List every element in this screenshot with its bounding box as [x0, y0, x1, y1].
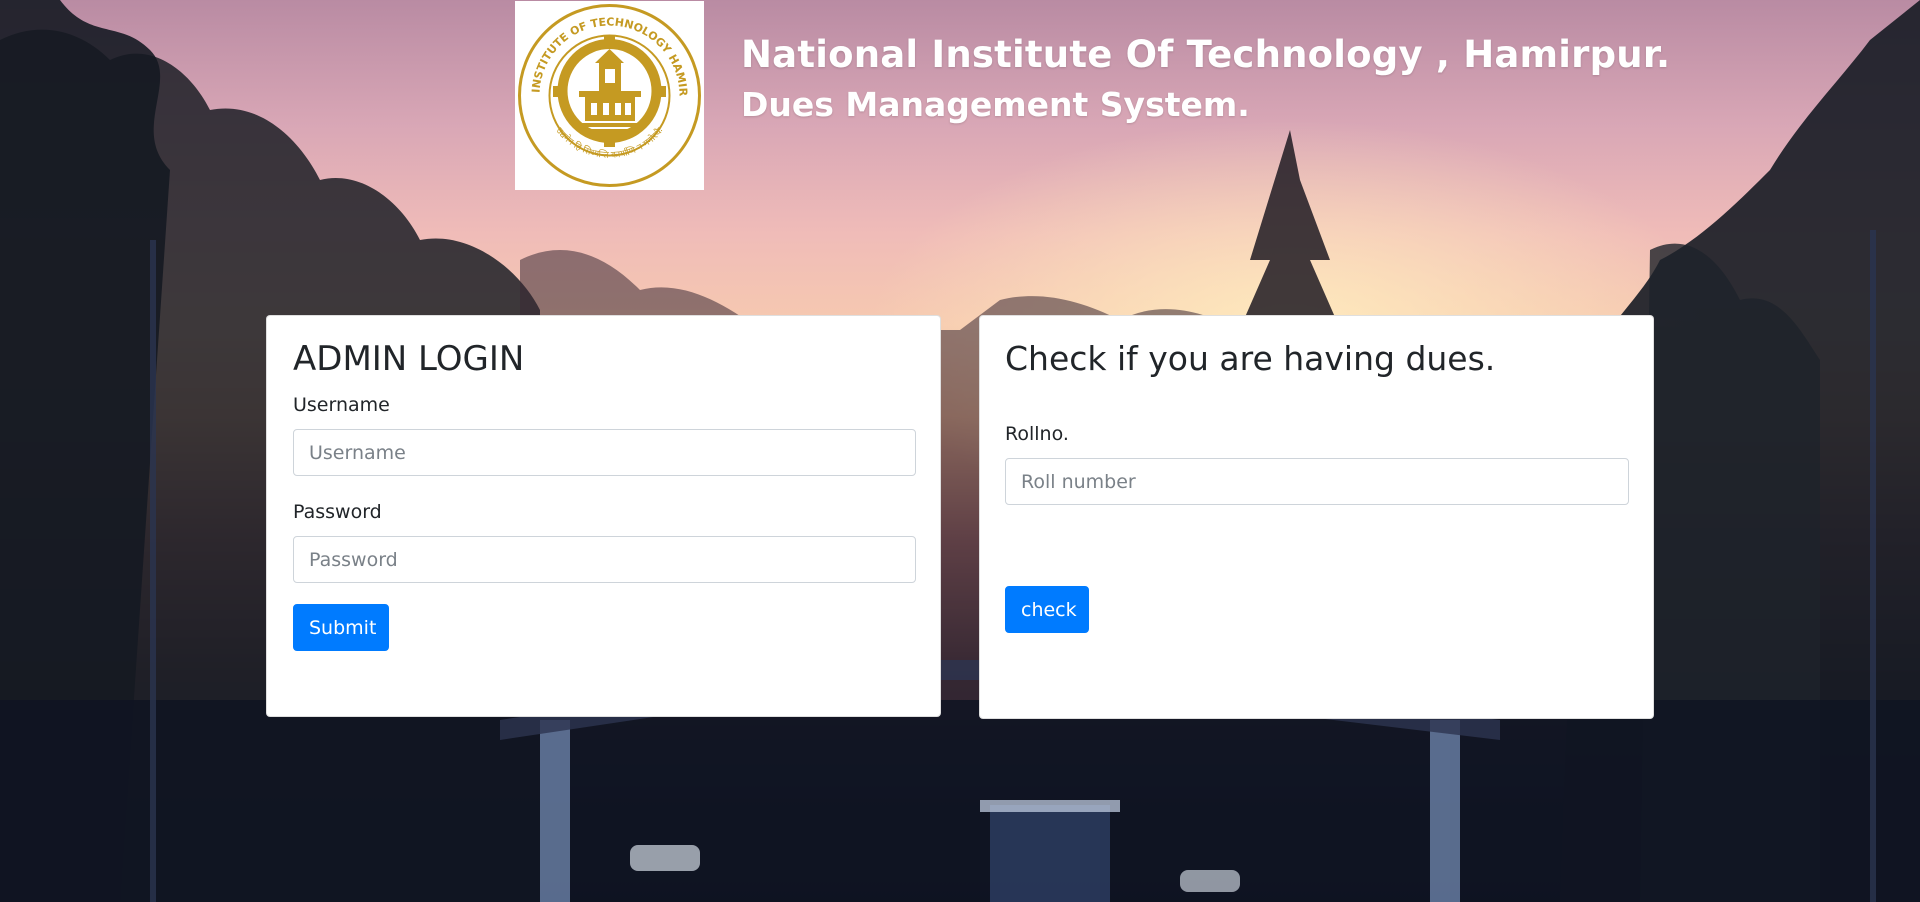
- check-button[interactable]: check: [1005, 586, 1089, 633]
- password-input[interactable]: [293, 536, 916, 583]
- admin-login-heading: ADMIN LOGIN: [293, 339, 525, 379]
- page-header: National Institute Of Technology , Hamir…: [741, 30, 1670, 128]
- system-name: Dues Management System.: [741, 85, 1250, 124]
- password-label: Password: [293, 501, 382, 523]
- username-label: Username: [293, 394, 390, 416]
- submit-button[interactable]: Submit: [293, 604, 389, 651]
- dues-check-heading: Check if you are having dues.: [1005, 339, 1496, 378]
- institute-name: National Institute Of Technology , Hamir…: [741, 33, 1671, 76]
- institute-seal-icon: NATIONAL INSTITUTE OF TECHNOLOGY HAMIRPU…: [517, 3, 701, 187]
- admin-login-card: ADMIN LOGIN Username Password Submit: [266, 315, 941, 717]
- rollno-input[interactable]: [1005, 458, 1629, 505]
- institute-logo: NATIONAL INSTITUTE OF TECHNOLOGY HAMIRPU…: [515, 1, 704, 190]
- dues-check-card: Check if you are having dues. Rollno. ch…: [979, 315, 1654, 719]
- username-input[interactable]: [293, 429, 916, 476]
- rollno-label: Rollno.: [1005, 423, 1069, 445]
